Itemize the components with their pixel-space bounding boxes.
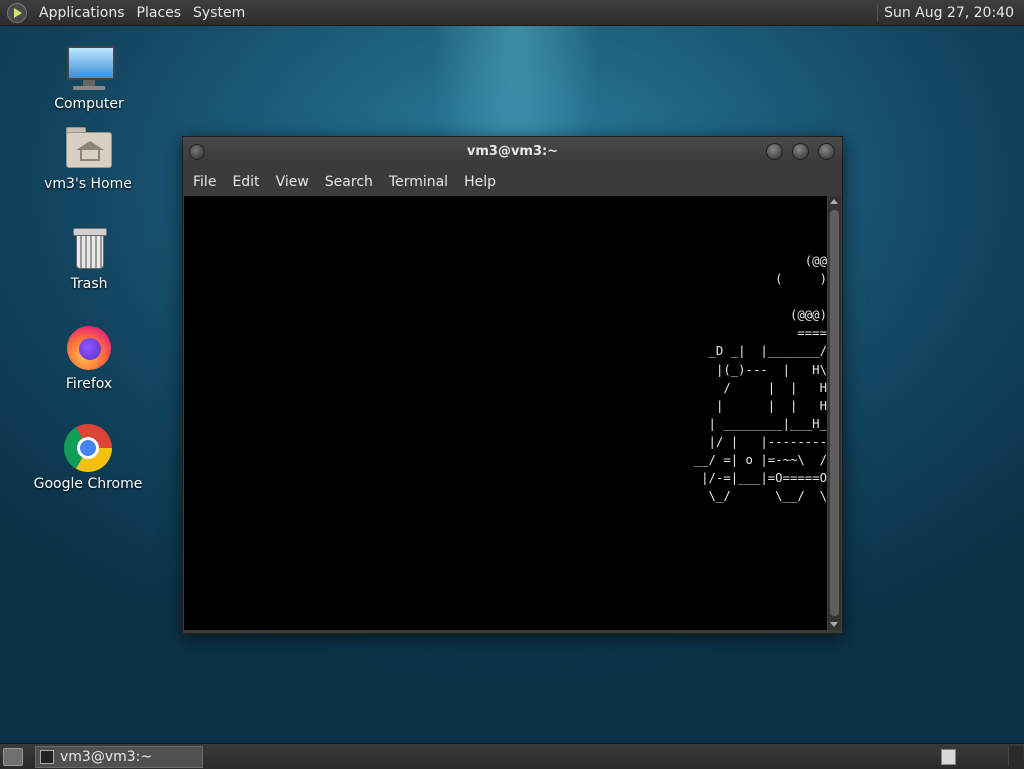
trash-icon xyxy=(65,224,113,272)
desktop-icon-label: Computer xyxy=(54,96,124,112)
scrollbar-thumb[interactable] xyxy=(830,210,839,616)
maximize-button[interactable] xyxy=(792,143,809,160)
desktop-icon-computer[interactable]: Computer xyxy=(34,44,144,112)
desktop-icon-label: vm3's Home xyxy=(44,176,132,192)
bottom-panel: vm3@vm3:~ xyxy=(0,743,1024,769)
menu-search[interactable]: Search xyxy=(318,174,380,190)
terminal-titlebar[interactable]: vm3@vm3:~ xyxy=(183,137,842,167)
desktop-icon-label: Google Chrome xyxy=(33,476,143,492)
terminal-output-area[interactable]: (@@ ( ) (@@@) ==== _D _| |_______/ |(_)-… xyxy=(184,196,827,630)
close-button[interactable] xyxy=(818,143,835,160)
window-title: vm3@vm3:~ xyxy=(466,144,559,159)
menu-places[interactable]: Places xyxy=(131,5,188,21)
desktop-icon-home[interactable]: vm3's Home xyxy=(33,124,143,192)
desktop-icon-label: Firefox xyxy=(65,376,113,392)
menu-applications[interactable]: Applications xyxy=(33,5,131,21)
menu-edit[interactable]: Edit xyxy=(225,174,266,190)
firefox-icon xyxy=(65,324,113,372)
menu-view[interactable]: View xyxy=(269,174,316,190)
terminal-output: (@@ ( ) (@@@) ==== _D _| |_______/ |(_)-… xyxy=(693,254,827,504)
desktop-icon-chrome[interactable]: Google Chrome xyxy=(33,424,143,492)
menu-system[interactable]: System xyxy=(187,5,251,21)
terminal-icon xyxy=(40,750,54,764)
desktop-icon-trash[interactable]: Trash xyxy=(34,224,144,292)
show-desktop-icon[interactable] xyxy=(3,748,23,766)
terminal-scrollbar[interactable] xyxy=(828,196,841,630)
desktop-icon-firefox[interactable]: Firefox xyxy=(34,324,144,392)
taskbar-terminal-button[interactable]: vm3@vm3:~ xyxy=(35,746,203,768)
taskbar-label: vm3@vm3:~ xyxy=(60,749,153,765)
menu-file[interactable]: File xyxy=(186,174,223,190)
computer-icon xyxy=(65,44,115,92)
window-menu-button[interactable] xyxy=(189,144,205,160)
panel-separator xyxy=(1008,746,1023,766)
minimize-button[interactable] xyxy=(766,143,783,160)
menu-help[interactable]: Help xyxy=(457,174,503,190)
clock[interactable]: Sun Aug 27, 20:40 xyxy=(877,4,1020,21)
desktop-icon-label: Trash xyxy=(70,276,108,292)
chrome-icon xyxy=(64,424,112,472)
workspace-switcher[interactable] xyxy=(941,749,956,765)
menu-terminal[interactable]: Terminal xyxy=(382,174,455,190)
terminal-menubar: File Edit View Search Terminal Help xyxy=(183,167,842,196)
mate-logo-icon[interactable] xyxy=(7,2,27,23)
top-panel: Applications Places System Sun Aug 27, 2… xyxy=(0,0,1024,25)
scroll-up-arrow-icon[interactable] xyxy=(830,199,838,204)
terminal-window[interactable]: vm3@vm3:~ File Edit View Search Terminal… xyxy=(182,136,843,634)
scroll-down-arrow-icon[interactable] xyxy=(830,622,838,627)
home-folder-icon xyxy=(64,124,112,172)
